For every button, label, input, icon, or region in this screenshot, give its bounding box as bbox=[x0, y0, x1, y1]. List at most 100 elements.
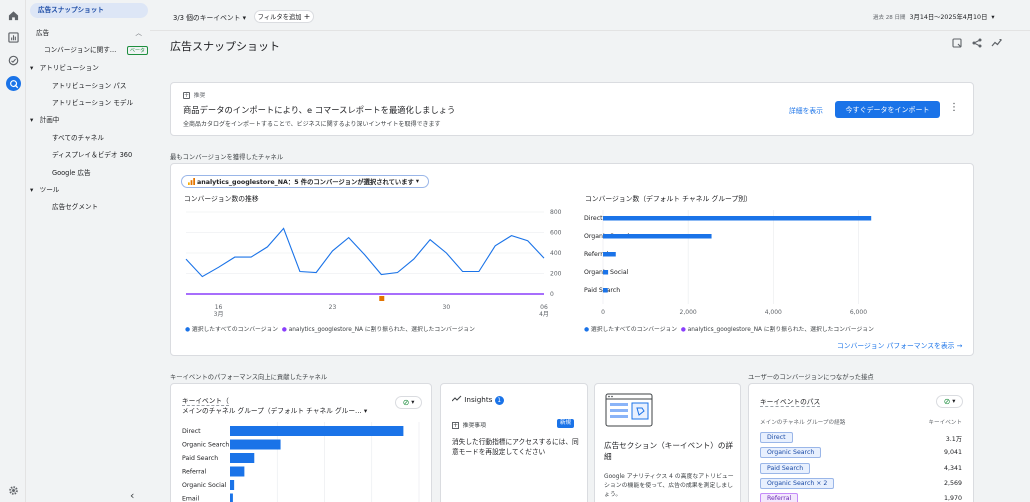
path-chip[interactable]: Paid Search bbox=[760, 462, 811, 474]
ad-section-title: 広告セクション（キーイベント）の詳細 bbox=[604, 441, 734, 461]
category-label: Paid Search bbox=[584, 287, 620, 294]
insights-icon[interactable] bbox=[991, 38, 1002, 50]
caret-down-icon: ▾ bbox=[30, 116, 34, 124]
nav-item-dv360[interactable]: ディスプレイ＆ビデオ 360 bbox=[52, 148, 132, 163]
collapse-nav-icon[interactable]: ‹ bbox=[130, 488, 134, 502]
series-line bbox=[185, 227, 545, 278]
date-range-picker[interactable]: 過去 28 日間 3月14日～2025年4月10日 ▾ bbox=[873, 12, 995, 21]
channel-bar-chart: 02,0004,0006,000DirectOrganic SearchRefe… bbox=[584, 210, 872, 316]
path-value: 9,041 bbox=[943, 449, 962, 457]
nav-group-ads[interactable]: 広告 ︿ bbox=[36, 26, 144, 41]
settings-icon[interactable] bbox=[7, 484, 20, 497]
home-icon[interactable] bbox=[7, 9, 20, 22]
ad-illustration-icon bbox=[605, 393, 653, 427]
path-chip[interactable]: Organic Search × 2 bbox=[760, 477, 835, 489]
paths-col-header-path: メインのチャネル グループの経路 bbox=[760, 420, 846, 426]
recommendation-desc: 全商品カタログをインポートすることで、ビジネスに関するより深いインサイトを取得で… bbox=[183, 121, 441, 128]
page-title: 広告スナップショット bbox=[170, 40, 280, 53]
keyevents-dimension-select[interactable]: メインのチャネル グループ（デフォルト チャネル グルー… ▾ bbox=[182, 405, 367, 415]
bar bbox=[230, 453, 255, 463]
explore-icon[interactable] bbox=[7, 54, 20, 67]
nav-group-planning[interactable]: ▾ 計画中 bbox=[30, 113, 59, 128]
path-value: 1,970 bbox=[943, 495, 962, 502]
bar bbox=[603, 288, 608, 293]
nav-item-ads-snapshot[interactable]: 広告スナップショット bbox=[30, 3, 148, 18]
bar-chart-title: コンバージョン数（デフォルト チャネル グループ別） bbox=[585, 195, 752, 203]
main-content: 3/3 個のキーイベント ▾ フィルタを追加 + 過去 28 日間 3月14日～… bbox=[150, 0, 1030, 502]
caret-down-icon: ▾ bbox=[30, 64, 34, 72]
keyevents-bar-chart: Direct Organic Search Paid Search Referral O… bbox=[182, 422, 420, 502]
x-tick-month: 3月 bbox=[214, 311, 224, 318]
insights-card: Insights 1 + 推奨事項 新規 消失した行動指標にアクセスするには、同… bbox=[440, 383, 588, 502]
bar bbox=[230, 493, 233, 502]
bar bbox=[603, 216, 872, 221]
y-tick-label: 800 bbox=[550, 209, 562, 216]
recommendation-title: 商品データのインポートにより、e コマースレポートを最適化しましょう bbox=[183, 105, 456, 115]
keyevent-paths-card: キーイベントのパス ⊘ ▾ メインのチャネル グループの経路 キーイベント Di… bbox=[748, 383, 974, 502]
paths-compare-button[interactable]: ⊘ ▾ bbox=[936, 395, 963, 408]
x-tick-label: 23 bbox=[329, 304, 337, 311]
sidebar-nav: 広告スナップショット 広告 ︿ コンバージョンに関す… ベータ ▾ アトリビュー… bbox=[26, 0, 150, 502]
path-value: 3.1万 bbox=[945, 436, 962, 443]
plus-icon: + bbox=[303, 12, 311, 21]
details-link[interactable]: 詳細を表示 bbox=[789, 105, 823, 115]
y-tick-label: 600 bbox=[550, 230, 562, 237]
nav-item-conversion[interactable]: コンバージョンに関す… ベータ bbox=[44, 43, 148, 58]
insights-text[interactable]: 消失した行動指標にアクセスするには、同意モードを再設定してください bbox=[452, 437, 580, 457]
nav-group-attribution[interactable]: ▾ アトリビューション bbox=[30, 61, 99, 76]
nav-item-attribution-paths[interactable]: アトリビューション パス bbox=[52, 79, 127, 94]
share-icon[interactable] bbox=[972, 38, 982, 50]
analytics-logo-icon bbox=[188, 178, 195, 185]
path-chip[interactable]: Organic Search bbox=[760, 447, 822, 459]
recommendation-card: + 推奨 商品データのインポートにより、e コマースレポートを最適化しましょう … bbox=[170, 82, 974, 136]
compare-icon[interactable] bbox=[952, 38, 962, 50]
category-label: Paid Search bbox=[182, 455, 218, 462]
x-tick-label: 16 bbox=[215, 304, 223, 311]
ad-section-card: 広告セクション（キーイベント）の詳細 Google アナリティクス 4 の高度な… bbox=[594, 383, 741, 502]
advertising-icon[interactable] bbox=[6, 76, 21, 91]
nav-group-label: 広告 bbox=[36, 29, 50, 37]
path-chip[interactable]: Referral bbox=[760, 493, 799, 502]
trend-chart-title: コンバージョン数の推移 bbox=[184, 195, 259, 203]
channels-card: analytics_googlestore_NA：5 件のコンバージョンが選択さ… bbox=[170, 163, 974, 356]
nav-item-all-channels[interactable]: すべてのチャネル bbox=[52, 131, 104, 146]
x-tick-label: 2,000 bbox=[680, 309, 697, 316]
nav-item-google-ads[interactable]: Google 広告 bbox=[52, 166, 91, 181]
plus-box-icon: + bbox=[183, 92, 190, 99]
compare-check-button[interactable]: ⊘ ▾ bbox=[395, 396, 422, 409]
bar bbox=[230, 439, 281, 450]
nav-item-ad-segments[interactable]: 広告セグメント bbox=[52, 200, 98, 215]
insights-title: Insights 1 bbox=[451, 395, 504, 405]
ad-section-desc: Google アナリティクス 4 の高度なアトリビューションの機能を使って、広告… bbox=[604, 474, 734, 498]
path-chip[interactable]: Direct bbox=[760, 432, 793, 443]
bar-legend: ● 選択したすべてのコンバージョン ● analytics_googlestor… bbox=[584, 327, 874, 333]
y-tick-label: 0 bbox=[550, 291, 554, 298]
paths-col-header-value: キーイベント bbox=[928, 420, 962, 426]
keyevents-card: キーイベント（ メインのチャネル グループ（デフォルト チャネル グルー… ▾ … bbox=[170, 383, 432, 502]
bar bbox=[230, 466, 245, 477]
x-tick-label: 0 bbox=[601, 309, 605, 316]
nav-group-tools[interactable]: ▾ ツール bbox=[30, 183, 59, 198]
conversion-performance-link[interactable]: コンバージョン パフォーマンスを表示 → bbox=[837, 340, 962, 350]
more-vert-icon[interactable]: ⋮ bbox=[949, 103, 959, 113]
category-label: Direct bbox=[182, 428, 201, 435]
reports-icon[interactable] bbox=[7, 31, 20, 44]
chevron-up-icon[interactable]: ︿ bbox=[135, 26, 142, 41]
path-value: 2,569 bbox=[943, 479, 962, 487]
check-circle-icon: ⊘ bbox=[402, 398, 410, 407]
keyevents-section-title: キーイベントのパフォーマンス向上に貢献したチャネル bbox=[170, 374, 328, 381]
new-badge: 新規 bbox=[557, 419, 575, 428]
divider bbox=[150, 30, 1030, 31]
keyevents-dropdown[interactable]: 3/3 個のキーイベント ▾ bbox=[173, 12, 246, 22]
account-selector[interactable]: analytics_googlestore_NA：5 件のコンバージョンが選択さ… bbox=[181, 175, 429, 188]
x-tick-label: 30 bbox=[443, 304, 451, 311]
category-label: Organic Social bbox=[182, 482, 227, 489]
x-tick-label: 6,000 bbox=[850, 309, 867, 316]
nav-item-attribution-models[interactable]: アトリビューション モデル bbox=[52, 96, 133, 111]
insights-tag: + 推奨事項 bbox=[452, 422, 486, 429]
channels-section-title: 最もコンバージョンを獲得したチャネル bbox=[170, 154, 284, 161]
import-now-button[interactable]: 今すぐデータをインポート bbox=[835, 101, 940, 118]
add-filter-button[interactable]: フィルタを追加 + bbox=[254, 10, 314, 23]
paths-title: キーイベントのパス bbox=[760, 398, 821, 407]
x-tick-month: 4月 bbox=[539, 311, 549, 318]
